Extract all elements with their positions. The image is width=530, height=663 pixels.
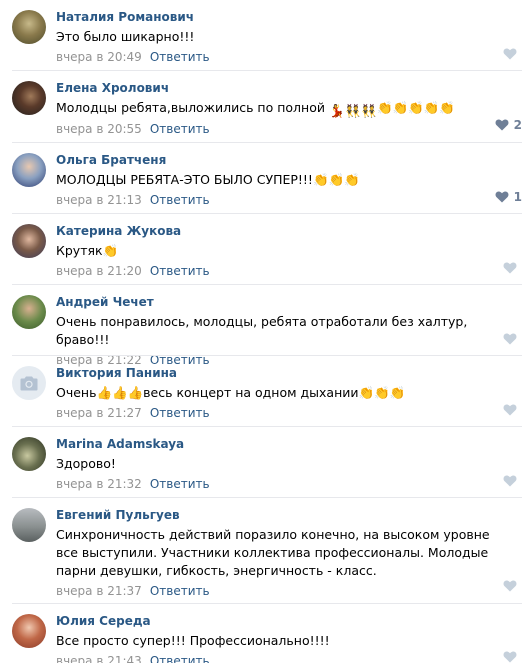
comment-meta: вчера в 21:43 Ответить [56, 653, 522, 663]
reply-link[interactable]: Ответить [150, 122, 210, 136]
comment-item: Виктория Панина Очень👍👍👍весь концерт на … [0, 356, 530, 426]
comment-meta: вчера в 21:20 Ответить [56, 263, 522, 279]
avatar[interactable] [12, 224, 46, 258]
comment-text: Молодцы ребята,выложились по полной 💃👯👯👏… [56, 100, 455, 118]
comment-item: Юлия Середа Все просто супер!!! Професси… [0, 604, 530, 663]
clapping-hands-icon: 👏👏👏 [358, 385, 406, 400]
avatar[interactable] [12, 10, 46, 44]
reply-link[interactable]: Ответить [150, 654, 210, 663]
reply-link[interactable]: Ответить [150, 50, 210, 64]
like-button[interactable] [503, 475, 522, 487]
comment-author[interactable]: Андрей Чечет [56, 294, 522, 310]
comment-text: Очень понравилось, молодцы, ребята отраб… [56, 314, 468, 347]
clapping-hands-icon: 👏👏👏 [312, 172, 360, 187]
comment-author[interactable]: Наталия Романович [56, 9, 522, 25]
comment-item: Ольга Братченя МОЛОДЦЫ РЕБЯТА-ЭТО БЫЛО С… [0, 143, 530, 213]
avatar[interactable] [12, 366, 46, 400]
comment-meta: вчера в 20:49 Ответить [56, 49, 522, 65]
avatar[interactable] [12, 614, 46, 648]
comment-time[interactable]: вчера в 21:43 [56, 654, 142, 663]
comment-text: Это было шикарно!!! [56, 29, 195, 44]
comment-text: Крутяк👏 [56, 243, 119, 258]
like-button[interactable]: 1 [495, 190, 522, 204]
avatar[interactable] [12, 153, 46, 187]
comment-item: Катерина Жукова Крутяк👏 вчера в 21:20 Отв… [0, 214, 530, 284]
heart-icon [495, 191, 509, 203]
comment-author[interactable]: Елена Хролович [56, 80, 522, 96]
comment-item: Андрей Чечет Очень понравилось, молодцы,… [0, 285, 530, 367]
heart-icon [503, 48, 517, 60]
avatar[interactable] [12, 81, 46, 115]
comment-meta: вчера в 21:37 Ответить [56, 583, 522, 599]
comment-text: Все просто супер!!! Профессионально!!!! [56, 633, 330, 648]
heart-icon [503, 333, 517, 345]
like-button[interactable] [503, 333, 522, 345]
comment-meta: вчера в 21:13 Ответить [56, 192, 522, 208]
comment-time[interactable]: вчера в 21:37 [56, 584, 142, 598]
heart-icon [503, 475, 517, 487]
clapping-hands-icon: 👏 [102, 243, 119, 258]
dancer-icon: 💃 [328, 103, 345, 118]
comment-time[interactable]: вчера в 21:20 [56, 264, 142, 278]
reply-link[interactable]: Ответить [150, 406, 210, 420]
comment-item: Елена Хролович Молодцы ребята,выложились… [0, 71, 530, 141]
reply-link[interactable]: Ответить [150, 584, 210, 598]
heart-icon [495, 119, 509, 131]
reply-link[interactable]: Ответить [150, 477, 210, 491]
like-button[interactable] [503, 651, 522, 663]
comment-text: МОЛОДЦЫ РЕБЯТА-ЭТО БЫЛО СУПЕР!!!👏👏👏 [56, 172, 360, 187]
avatar[interactable] [12, 437, 46, 471]
comment-author[interactable]: Евгений Пульгуев [56, 507, 522, 523]
comment-author[interactable]: Marina Adamskaya [56, 436, 522, 452]
dancers-icon: 👯 [344, 103, 361, 118]
comment-item: Наталия Романович Это было шикарно!!! вч… [0, 0, 530, 70]
comment-meta: вчера в 21:32 Ответить [56, 476, 522, 492]
comment-author[interactable]: Виктория Панина [56, 365, 522, 381]
like-button[interactable] [503, 262, 522, 274]
comment-author[interactable]: Юлия Середа [56, 613, 522, 629]
comment-meta: вчера в 20:55 Ответить [56, 121, 522, 137]
comment-time[interactable]: вчера в 21:27 [56, 406, 142, 420]
like-button[interactable] [503, 48, 522, 60]
clapping-hands-icon: 👏👏👏👏👏 [376, 100, 455, 115]
comment-text: Синхроничность действий поразило конечно… [56, 527, 490, 578]
comment-item: Marina Adamskaya Здорово! вчера в 21:32 О… [0, 427, 530, 497]
heart-icon [503, 580, 517, 592]
avatar[interactable] [12, 295, 46, 329]
comment-time[interactable]: вчера в 20:49 [56, 50, 142, 64]
comment-time[interactable]: вчера в 20:55 [56, 122, 142, 136]
comment-author[interactable]: Катерина Жукова [56, 223, 522, 239]
comment-text: Очень👍👍👍весь концерт на одном дыхании👏👏👏 [56, 385, 406, 400]
heart-icon [503, 262, 517, 274]
comment-item: Евгений Пульгуев Синхроничность действий… [0, 498, 530, 603]
like-count: 1 [513, 190, 522, 204]
heart-icon [503, 404, 517, 416]
thumbs-up-icon: 👍👍👍 [96, 385, 144, 400]
reply-link[interactable]: Ответить [150, 193, 210, 207]
like-button[interactable]: 2 [495, 118, 522, 132]
avatar[interactable] [12, 508, 46, 542]
comment-time[interactable]: вчера в 21:13 [56, 193, 142, 207]
comment-time[interactable]: вчера в 21:32 [56, 477, 142, 491]
like-button[interactable] [503, 404, 522, 416]
like-button[interactable] [503, 580, 522, 592]
like-count: 2 [513, 118, 522, 132]
comment-author[interactable]: Ольга Братченя [56, 152, 522, 168]
camera-icon [20, 376, 38, 390]
comment-text: Здорово! [56, 456, 116, 471]
comment-meta: вчера в 21:27 Ответить [56, 405, 522, 421]
dancers-icon: 👯 [360, 103, 377, 118]
heart-icon [503, 651, 517, 663]
reply-link[interactable]: Ответить [150, 264, 210, 278]
